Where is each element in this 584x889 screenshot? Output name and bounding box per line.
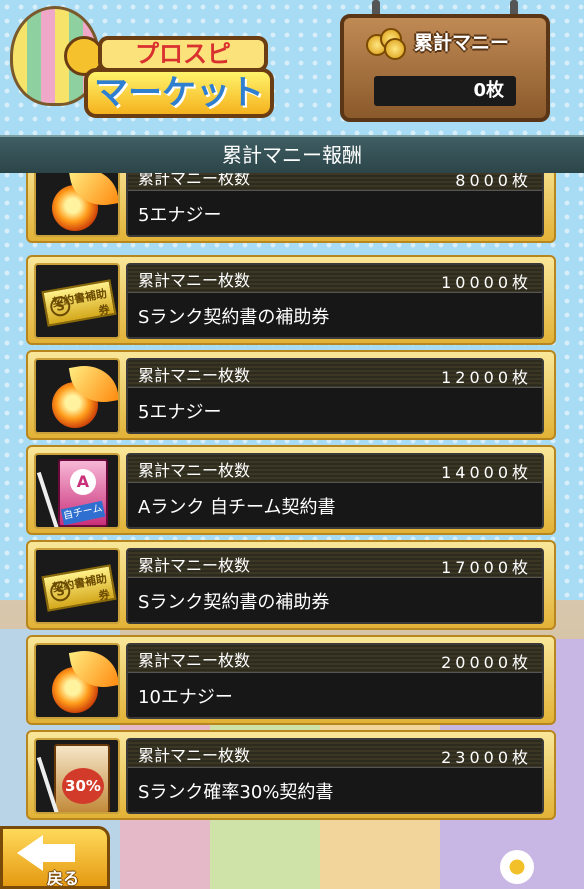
logo-top-text: プロスピ [98,36,268,72]
reward-name: 5エナジー [138,402,222,423]
reward-panel: 累計マニー枚数 14000枚 Aランク 自チーム契約書 [126,453,544,529]
reward-panel: 累計マニー枚数 20000枚 10エナジー [126,643,544,719]
reward-name: 5エナジー [138,205,222,226]
money-title: 累計マニー [414,32,510,54]
contract-s-icon: 30% [34,738,120,814]
energy-icon [34,173,120,237]
money-value: 0枚 [374,76,516,106]
reward-count: 17000枚 [441,558,532,577]
market-logo: プロスピ マーケット [10,6,310,126]
reward-name: Sランク契約書の補助券 [138,307,330,328]
back-arrow-icon [17,835,43,871]
reward-row: 累計マニー枚数 12000枚 5エナジー [26,350,556,440]
section-title: 累計マニー報酬 [0,135,584,173]
reward-label: 累計マニー枚数 [138,271,251,290]
reward-count: 10000枚 [441,273,532,292]
ticket-icon: S 契約書補助券 [34,548,120,624]
contract-a-icon: A 自チーム [34,453,120,529]
reward-name: Aランク 自チーム契約書 [138,497,336,518]
reward-list[interactable]: 累計マニー枚数 8000枚 5エナジー S 契約書補助券 累計マニー枚数 1000… [0,173,584,889]
reward-label: 累計マニー枚数 [138,366,251,385]
reward-row: A 自チーム 累計マニー枚数 14000枚 Aランク 自チーム契約書 [26,445,556,535]
reward-panel: 累計マニー枚数 23000枚 Sランク確率30%契約書 [126,738,544,814]
reward-row: 累計マニー枚数 20000枚 10エナジー [26,635,556,725]
energy-icon [34,358,120,434]
back-button[interactable]: 戻る [0,826,110,889]
flower-icon [500,850,534,884]
reward-label: 累計マニー枚数 [138,461,251,480]
money-sign: 累計マニー 0枚 [340,14,550,122]
reward-name: Sランク確率30%契約書 [138,782,334,803]
reward-name: Sランク契約書の補助券 [138,592,330,613]
logo-main-text: マーケット [84,68,274,118]
reward-row: S 契約書補助券 累計マニー枚数 10000枚 Sランク契約書の補助券 [26,255,556,345]
reward-name: 10エナジー [138,687,233,708]
reward-panel: 累計マニー枚数 17000枚 Sランク契約書の補助券 [126,548,544,624]
reward-label: 累計マニー枚数 [138,173,251,188]
reward-panel: 累計マニー枚数 12000枚 5エナジー [126,358,544,434]
energy-icon [34,643,120,719]
reward-label: 累計マニー枚数 [138,556,251,575]
reward-count: 20000枚 [441,653,532,672]
ticket-icon: S 契約書補助券 [34,263,120,339]
reward-label: 累計マニー枚数 [138,746,251,765]
reward-count: 12000枚 [441,368,532,387]
reward-panel: 累計マニー枚数 8000枚 5エナジー [126,173,544,237]
reward-row: 累計マニー枚数 8000枚 5エナジー [26,173,556,243]
coins-icon [366,28,406,62]
reward-row: 30% 累計マニー枚数 23000枚 Sランク確率30%契約書 [26,730,556,820]
reward-label: 累計マニー枚数 [138,651,251,670]
reward-row: S 契約書補助券 累計マニー枚数 17000枚 Sランク契約書の補助券 [26,540,556,630]
reward-count: 23000枚 [441,748,532,767]
reward-count: 14000枚 [441,463,532,482]
reward-panel: 累計マニー枚数 10000枚 Sランク契約書の補助券 [126,263,544,339]
reward-count: 8000枚 [455,173,532,190]
back-button-label: 戻る [47,869,80,888]
